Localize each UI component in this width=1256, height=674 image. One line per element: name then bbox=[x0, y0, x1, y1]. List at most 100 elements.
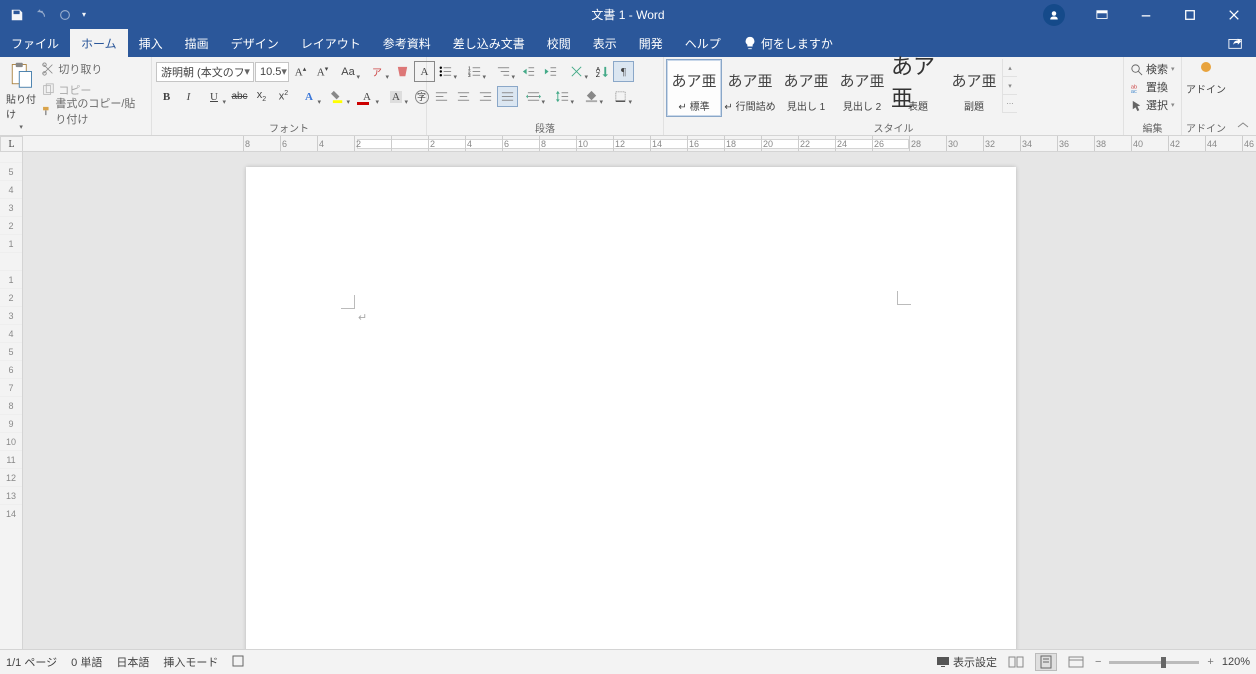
read-mode-icon[interactable] bbox=[1005, 653, 1027, 671]
tell-me-label: 何をしますか bbox=[761, 35, 833, 52]
share-icon[interactable] bbox=[1216, 29, 1256, 57]
numbering-icon[interactable]: 123 bbox=[460, 61, 488, 82]
tab-selector[interactable]: L bbox=[0, 136, 23, 152]
superscript-icon[interactable]: x2 bbox=[273, 86, 294, 107]
replace-button[interactable]: abac置換 bbox=[1130, 79, 1175, 95]
ribbon-display-icon[interactable] bbox=[1080, 0, 1124, 29]
find-button[interactable]: 検索▾ bbox=[1130, 61, 1175, 77]
group-label-font: フォント bbox=[152, 120, 426, 135]
maximize-icon[interactable] bbox=[1168, 0, 1212, 29]
bullets-icon[interactable] bbox=[431, 61, 459, 82]
save-icon[interactable] bbox=[6, 4, 28, 26]
tab-design[interactable]: デザイン bbox=[220, 29, 290, 57]
format-painter-button[interactable]: 書式のコピー/貼り付け bbox=[38, 101, 147, 121]
phonetic-guide-icon[interactable]: ア bbox=[363, 61, 391, 82]
select-button[interactable]: 選択▾ bbox=[1130, 97, 1175, 113]
minimize-icon[interactable] bbox=[1124, 0, 1168, 29]
tell-me-search[interactable]: 何をしますか bbox=[732, 29, 844, 57]
clear-formatting-icon[interactable] bbox=[392, 61, 413, 82]
tab-draw[interactable]: 描画 bbox=[174, 29, 220, 57]
tab-help[interactable]: ヘルプ bbox=[674, 29, 732, 57]
style-標準[interactable]: あア亜↵ 標準 bbox=[666, 59, 722, 117]
line-spacing-icon[interactable] bbox=[548, 86, 576, 107]
zoom-slider[interactable] bbox=[1109, 661, 1199, 664]
svg-text:ac: ac bbox=[1131, 89, 1137, 94]
tab-mailings[interactable]: 差し込み文書 bbox=[442, 29, 536, 57]
text-effects-icon[interactable]: A bbox=[295, 86, 323, 107]
style-見出し 1[interactable]: あア亜見出し 1 bbox=[778, 59, 834, 117]
close-icon[interactable] bbox=[1212, 0, 1256, 29]
zoom-in-icon[interactable]: + bbox=[1207, 656, 1213, 668]
window-controls bbox=[1036, 0, 1256, 29]
align-center-icon[interactable] bbox=[453, 86, 474, 107]
borders-icon[interactable] bbox=[606, 86, 634, 107]
search-icon bbox=[1130, 63, 1143, 76]
addins-button[interactable]: アドイン bbox=[1186, 59, 1226, 96]
paste-button[interactable]: 貼り付け ▾ bbox=[4, 59, 38, 133]
style-副題[interactable]: あア亜副題 bbox=[946, 59, 1002, 117]
qat-customize-icon[interactable]: ▾ bbox=[78, 4, 90, 26]
tab-view[interactable]: 表示 bbox=[582, 29, 628, 57]
justify-icon[interactable] bbox=[497, 86, 518, 107]
status-macro-icon[interactable] bbox=[232, 655, 244, 670]
cut-button[interactable]: 切り取り bbox=[38, 59, 147, 79]
paste-label: 貼り付け bbox=[6, 91, 36, 121]
tab-file[interactable]: ファイル bbox=[0, 29, 70, 57]
multilevel-list-icon[interactable] bbox=[489, 61, 517, 82]
redo-icon[interactable] bbox=[54, 4, 76, 26]
distributed-icon[interactable] bbox=[519, 86, 547, 107]
tab-references[interactable]: 参考資料 bbox=[372, 29, 442, 57]
align-right-icon[interactable] bbox=[475, 86, 496, 107]
asian-layout-icon[interactable] bbox=[562, 61, 590, 82]
page[interactable]: ↵ bbox=[246, 167, 1016, 649]
print-layout-icon[interactable] bbox=[1035, 653, 1057, 671]
tab-insert[interactable]: 挿入 bbox=[128, 29, 174, 57]
tab-review[interactable]: 校閲 bbox=[536, 29, 582, 57]
decrease-indent-icon[interactable] bbox=[518, 61, 539, 82]
sort-icon[interactable]: AZ bbox=[591, 61, 612, 82]
char-shading-icon[interactable]: A bbox=[382, 86, 410, 107]
shrink-font-icon[interactable]: A▾ bbox=[312, 61, 333, 82]
tab-layout[interactable]: レイアウト bbox=[290, 29, 372, 57]
style-見出し 2[interactable]: あア亜見出し 2 bbox=[834, 59, 890, 117]
font-size-combo[interactable]: 10.5▾ bbox=[255, 62, 289, 82]
replace-icon: abac bbox=[1130, 81, 1143, 94]
vertical-ruler[interactable]: 543211234567891011121314 bbox=[0, 152, 23, 649]
copy-button[interactable]: コピー bbox=[38, 80, 147, 100]
account-button[interactable] bbox=[1036, 0, 1080, 29]
style-表題[interactable]: あア亜表題 bbox=[890, 59, 946, 117]
zoom-level[interactable]: 120% bbox=[1222, 656, 1250, 668]
status-mode[interactable]: 挿入モード bbox=[163, 654, 218, 670]
shading-icon[interactable] bbox=[577, 86, 605, 107]
italic-icon[interactable]: I bbox=[178, 86, 199, 107]
styles-down-icon[interactable]: ▾ bbox=[1003, 77, 1017, 95]
styles-more-icon[interactable]: ⋯ bbox=[1003, 95, 1017, 113]
status-page[interactable]: 1/1 ページ bbox=[6, 654, 57, 670]
style-行間詰め[interactable]: あア亜↵ 行間詰め bbox=[722, 59, 778, 117]
font-name-combo[interactable]: 游明朝 (本文のフォン▾ bbox=[156, 62, 254, 82]
grow-font-icon[interactable]: A▴ bbox=[290, 61, 311, 82]
strikethrough-icon[interactable]: abc bbox=[229, 86, 250, 107]
display-settings[interactable]: 表示設定 bbox=[936, 654, 997, 670]
change-case-icon[interactable]: Aa bbox=[334, 61, 362, 82]
show-marks-icon[interactable]: ¶ bbox=[613, 61, 634, 82]
zoom-out-icon[interactable]: − bbox=[1095, 656, 1101, 668]
styles-up-icon[interactable]: ▴ bbox=[1003, 59, 1017, 77]
tab-developer[interactable]: 開発 bbox=[628, 29, 674, 57]
monitor-icon bbox=[936, 656, 950, 668]
bold-icon[interactable]: B bbox=[156, 86, 177, 107]
font-color-icon[interactable]: A bbox=[353, 86, 381, 107]
horizontal-ruler[interactable]: 8642246810121416182022242628303234363840… bbox=[23, 136, 1256, 152]
web-layout-icon[interactable] bbox=[1065, 653, 1087, 671]
status-words[interactable]: 0 単語 bbox=[71, 654, 102, 670]
increase-indent-icon[interactable] bbox=[540, 61, 561, 82]
tab-home[interactable]: ホーム bbox=[70, 29, 128, 57]
status-language[interactable]: 日本語 bbox=[116, 654, 149, 670]
undo-icon[interactable] bbox=[30, 4, 52, 26]
subscript-icon[interactable]: x2 bbox=[251, 86, 272, 107]
document-area: ↵ bbox=[23, 152, 1256, 649]
highlight-icon[interactable] bbox=[324, 86, 352, 107]
collapse-ribbon-icon[interactable] bbox=[1230, 57, 1256, 135]
underline-icon[interactable]: U bbox=[200, 86, 228, 107]
align-left-icon[interactable] bbox=[431, 86, 452, 107]
